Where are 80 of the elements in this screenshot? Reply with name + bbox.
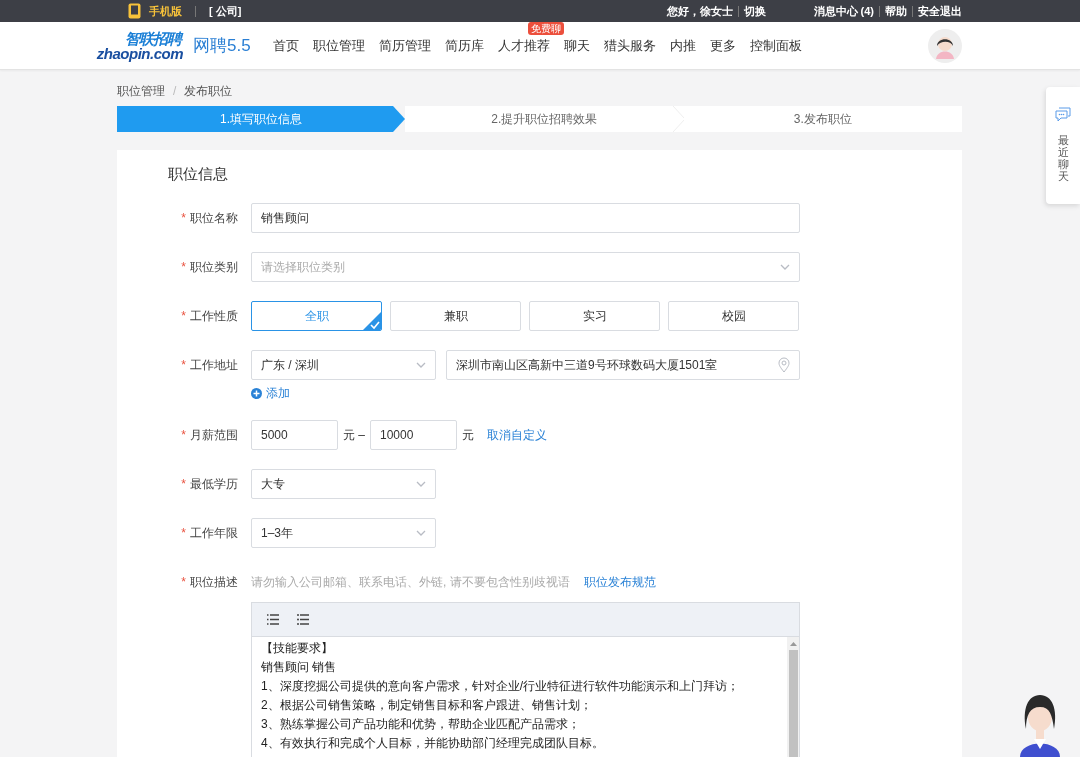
help-link[interactable]: 帮助 (885, 3, 907, 19)
required-mark: * (181, 477, 186, 491)
nav-item[interactable]: 内推 (669, 37, 696, 53)
bullet-list-icon[interactable] (297, 614, 309, 625)
breadcrumb-item: 发布职位 (184, 82, 233, 100)
label-text: 职位描述 (190, 575, 238, 589)
unit-label: 元 (462, 426, 474, 444)
unit-label: 元 – (343, 426, 365, 444)
nav-item[interactable]: 简历管理 (378, 37, 431, 53)
description-line: 2、根据公司销售策略，制定销售目标和客户跟进、销售计划； (261, 697, 593, 714)
description-line: 4、有效执行和完成个人目标，并能协助部门经理完成团队目标。 (261, 735, 605, 752)
nav-item[interactable]: 控制面板 (749, 37, 802, 53)
posting-rules-link[interactable]: 职位发布规范 (583, 567, 656, 597)
label-text: 工作地址 (190, 358, 238, 372)
logout-link[interactable]: 安全退出 (918, 3, 962, 19)
label-text: 月薪范围 (190, 428, 238, 442)
required-mark: * (181, 211, 186, 225)
label-text: 职位类别 (190, 260, 238, 274)
chevron-down-icon (416, 530, 426, 536)
nav-item[interactable]: 人才推荐 (497, 37, 550, 53)
label-text: 职位名称 (190, 211, 238, 225)
max-salary-field[interactable]: 10000 (370, 420, 457, 450)
required-mark: * (181, 428, 186, 442)
option-button[interactable]: 校园 (668, 301, 799, 331)
check-corner-icon (362, 311, 381, 330)
select-field[interactable]: 1–3年 (251, 518, 436, 548)
label-text: 工作性质 (190, 309, 238, 323)
scrollbar[interactable] (787, 637, 799, 757)
required-mark: * (181, 575, 186, 589)
breadcrumb-item[interactable]: 职位管理 (117, 82, 165, 100)
description-line: 3、熟练掌握公司产品功能和优势，帮助企业匹配产品需求； (261, 716, 581, 733)
chat-bubble-icon (1055, 107, 1071, 122)
chevron-down-icon (780, 264, 790, 270)
mobile-link[interactable]: 手机版 (149, 3, 182, 19)
address-field[interactable]: 深圳市南山区高新中三道9号环球数码大厦1501室 (446, 350, 800, 380)
chevron-down-icon (416, 481, 426, 487)
required-mark: * (181, 309, 186, 323)
select-field[interactable]: 大专 (251, 469, 436, 499)
greeting-text: 您好，徐女士 (666, 3, 733, 19)
phone-icon (128, 3, 141, 19)
nav-item[interactable]: 简历库 (444, 37, 484, 53)
option-button[interactable]: 兼职 (390, 301, 521, 331)
label-text: 最低学历 (190, 477, 238, 491)
logo-wordmark: zhaopin.com (96, 45, 183, 61)
section-title: 职位信息 (168, 164, 229, 184)
description-line: 1、深度挖掘公司提供的意向客户需求，针对企业/行业特征进行软件功能演示和上门拜访； (261, 678, 740, 695)
location-pin-icon (778, 357, 790, 373)
nav-item[interactable]: 首页 (272, 37, 299, 53)
recent-chat-tab[interactable]: 最近聊天 (1057, 134, 1069, 183)
avatar[interactable] (928, 28, 962, 63)
plus-circle-icon (251, 387, 262, 399)
required-mark: * (181, 260, 186, 274)
min-salary-field[interactable]: 5000 (251, 420, 338, 450)
nav-item[interactable]: 职位管理 (312, 37, 365, 53)
description-hint: 请勿输入公司邮箱、联系电话、外链, 请不要包含性别歧视语 (251, 574, 570, 591)
option-button[interactable]: 实习 (529, 301, 660, 331)
description-line: 【技能要求】 (261, 640, 334, 657)
numbered-list-icon[interactable] (267, 614, 279, 625)
required-mark: * (181, 526, 186, 540)
description-line: 销售顾问 销售 (261, 659, 338, 676)
nav-item[interactable]: 聊天 (563, 37, 590, 53)
step-label: 3.发布职位 (793, 110, 852, 128)
description-editor[interactable]: 【技能要求】 销售顾问 销售 1、深度挖掘公司提供的意向客户需求，针对企业/行业特征进行软件功能演示和上门拜访； 2、根据公司销售策略，制定销售目标和客户跟进、销售计划； 3、熟练掌握公司产品功能和优势，帮助企业匹配产品需求； 4、有效执行和完成个人目标，并能协助部门经理完成团队目标。 (251, 602, 800, 757)
step-label: 1.填写职位信息 (220, 110, 302, 128)
add-link[interactable]: 添加 (251, 386, 800, 400)
region-select[interactable]: 广东 / 深圳 (251, 350, 436, 380)
nav-item[interactable]: 更多 (709, 37, 736, 53)
logo-chinese: 智联招聘 (125, 30, 181, 46)
product-name: 网聘5.5 (193, 35, 251, 57)
switch-link[interactable]: 切换 (743, 3, 766, 19)
required-mark: * (181, 358, 186, 372)
company-label: [ 公司] (209, 3, 242, 19)
cancel-custom-link[interactable]: 取消自定义 (487, 426, 547, 444)
label-text: 工作年限 (190, 526, 238, 540)
messages-link[interactable]: 消息中心 (4) (813, 3, 874, 19)
nav-item[interactable]: 猎头服务 (603, 37, 656, 53)
job-title-field[interactable]: 销售顾问 (251, 203, 800, 233)
breadcrumb-separator: / (173, 84, 177, 98)
step-label: 2.提升职位招聘效果 (491, 110, 598, 128)
chevron-down-icon (416, 362, 426, 368)
